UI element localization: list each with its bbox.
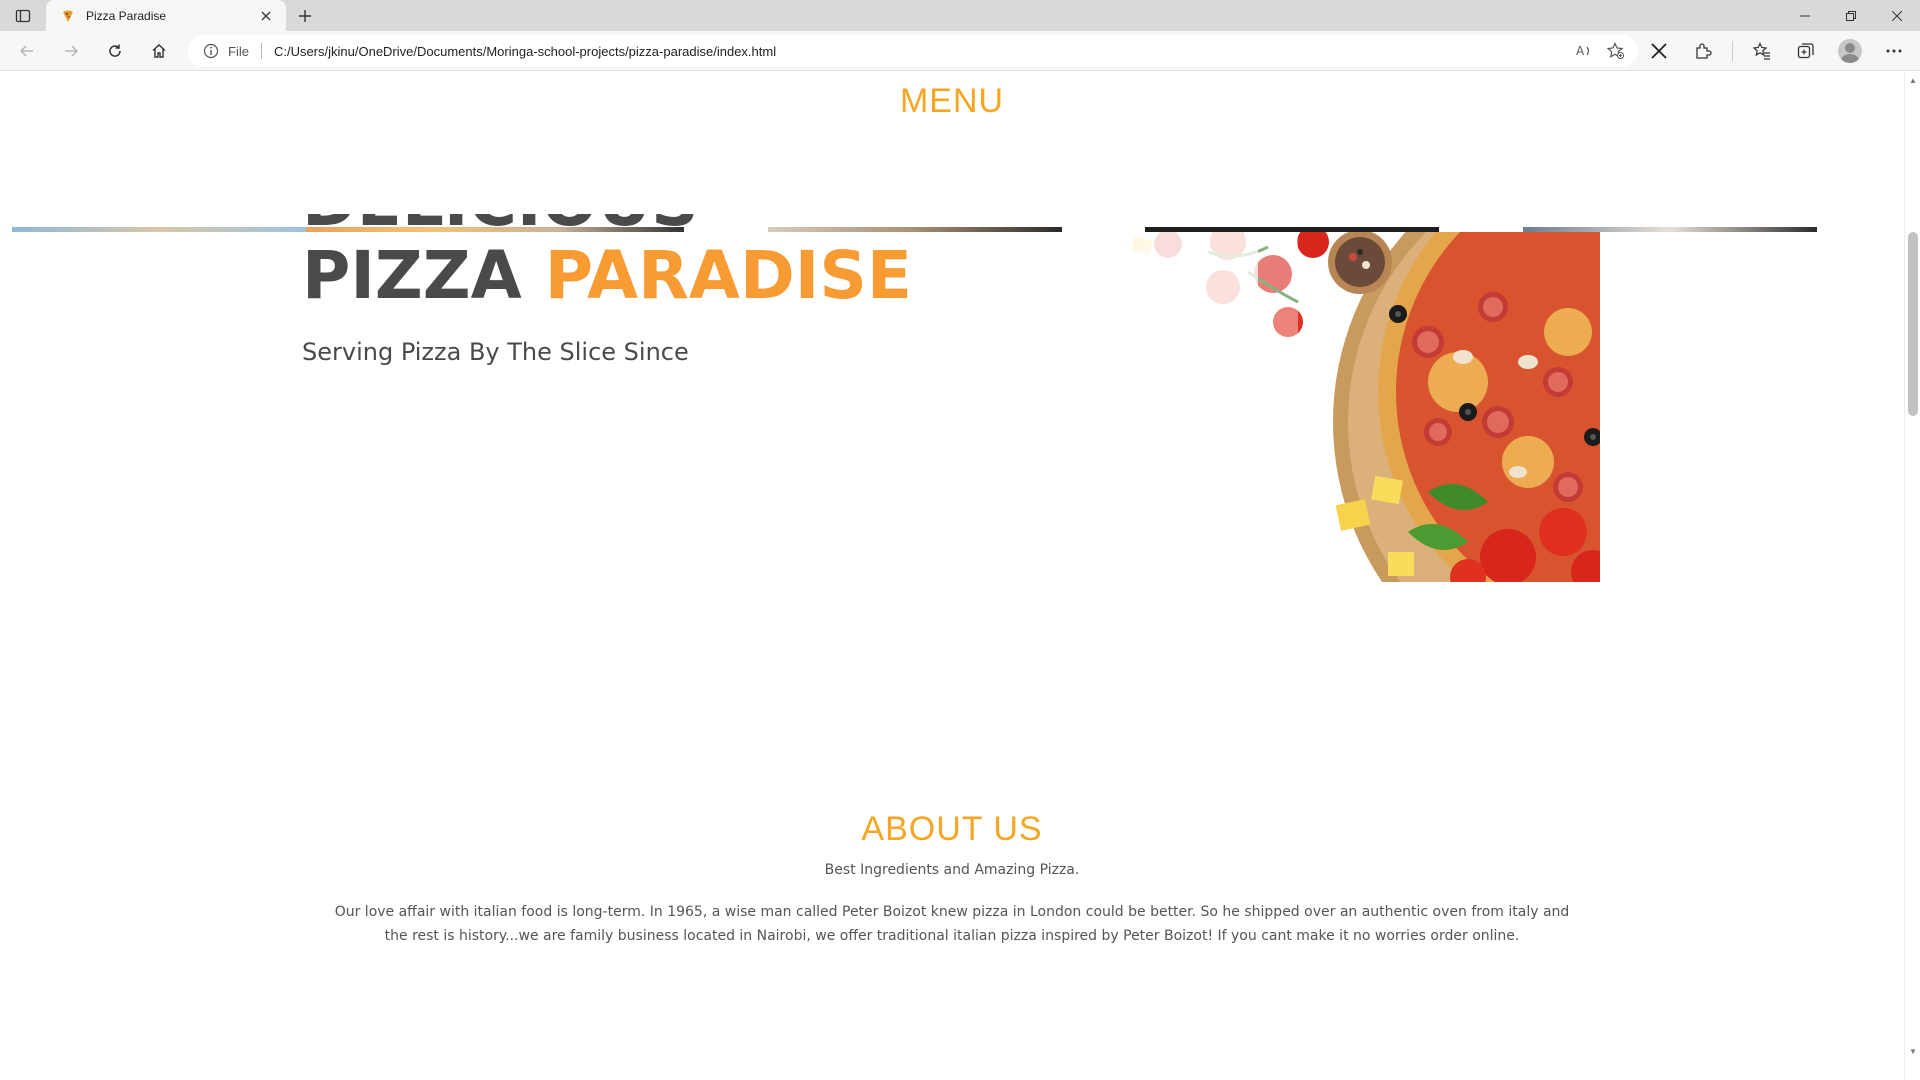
refresh-button[interactable] (100, 36, 130, 66)
svg-text:A: A (1576, 44, 1585, 58)
toolbar-divider (1732, 41, 1733, 61)
info-icon[interactable] (202, 42, 220, 60)
tab-actions-icon[interactable] (8, 4, 38, 28)
hero-title-line2: PIZZA PARADISE (302, 240, 912, 312)
browser-toolbar: File C:/Users/jkinu/OneDrive/Documents/M… (0, 31, 1920, 71)
collections-icon[interactable] (1791, 36, 1821, 66)
page-viewport: MENU DELICIOUS PIZZA PARADISE Serving Pi… (0, 72, 1904, 1080)
forward-button[interactable] (56, 36, 86, 66)
gallery-strip (12, 227, 306, 232)
close-icon[interactable] (1644, 36, 1674, 66)
hero-title-plain: PIZZA (302, 237, 522, 314)
scrollbar-thumb[interactable] (1908, 232, 1918, 416)
more-options-icon[interactable] (1879, 36, 1909, 66)
tab-title: Pizza Paradise (86, 8, 167, 23)
window-controls (1782, 0, 1920, 31)
hero-subtitle: Serving Pizza By The Slice Since (302, 338, 689, 366)
close-window-button[interactable] (1874, 0, 1920, 31)
hero-title-line1: DELICIOUS (302, 192, 699, 240)
avatar (1838, 39, 1862, 63)
tab-close-icon[interactable] (256, 6, 276, 26)
active-tab[interactable]: Pizza Paradise (46, 0, 286, 31)
add-favorite-icon[interactable] (1602, 38, 1630, 64)
scroll-up-icon[interactable]: ▲ (1909, 76, 1917, 85)
new-tab-button[interactable] (292, 5, 318, 27)
about-tagline: Best Ingredients and Amazing Pizza. (824, 862, 1080, 878)
address-divider (260, 43, 262, 59)
minimize-button[interactable] (1782, 0, 1828, 31)
pizza-hero-image (1098, 232, 1600, 582)
scroll-down-icon[interactable]: ▼ (1909, 1047, 1917, 1056)
page-scrollbar[interactable]: ▲ ▼ (1904, 72, 1920, 1080)
address-bar[interactable]: File C:/Users/jkinu/OneDrive/Documents/M… (188, 35, 1638, 67)
about-heading: ABOUT US (861, 810, 1043, 848)
pizza-favicon-icon (60, 8, 76, 24)
hero-title: DELICIOUS PIZZA PARADISE (302, 212, 912, 312)
favorites-icon[interactable] (1747, 36, 1777, 66)
address-scheme: File (228, 43, 249, 59)
profile-avatar[interactable] (1835, 36, 1865, 66)
url-text[interactable]: C:/Users/jkinu/OneDrive/Documents/Moring… (274, 44, 776, 59)
extensions-icon[interactable] (1688, 36, 1718, 66)
address-actions: A (1570, 38, 1630, 64)
about-body: Our love affair with italian food is lon… (334, 904, 1570, 944)
home-button[interactable] (144, 36, 174, 66)
tab-bar: Pizza Paradise (0, 0, 1920, 31)
menu-heading: MENU (899, 82, 1005, 120)
toolbar-right (1644, 36, 1909, 66)
back-button[interactable] (12, 36, 42, 66)
hero-title-accent: PARADISE (544, 237, 912, 314)
restore-button[interactable] (1828, 0, 1874, 31)
read-aloud-icon[interactable]: A (1570, 38, 1598, 64)
